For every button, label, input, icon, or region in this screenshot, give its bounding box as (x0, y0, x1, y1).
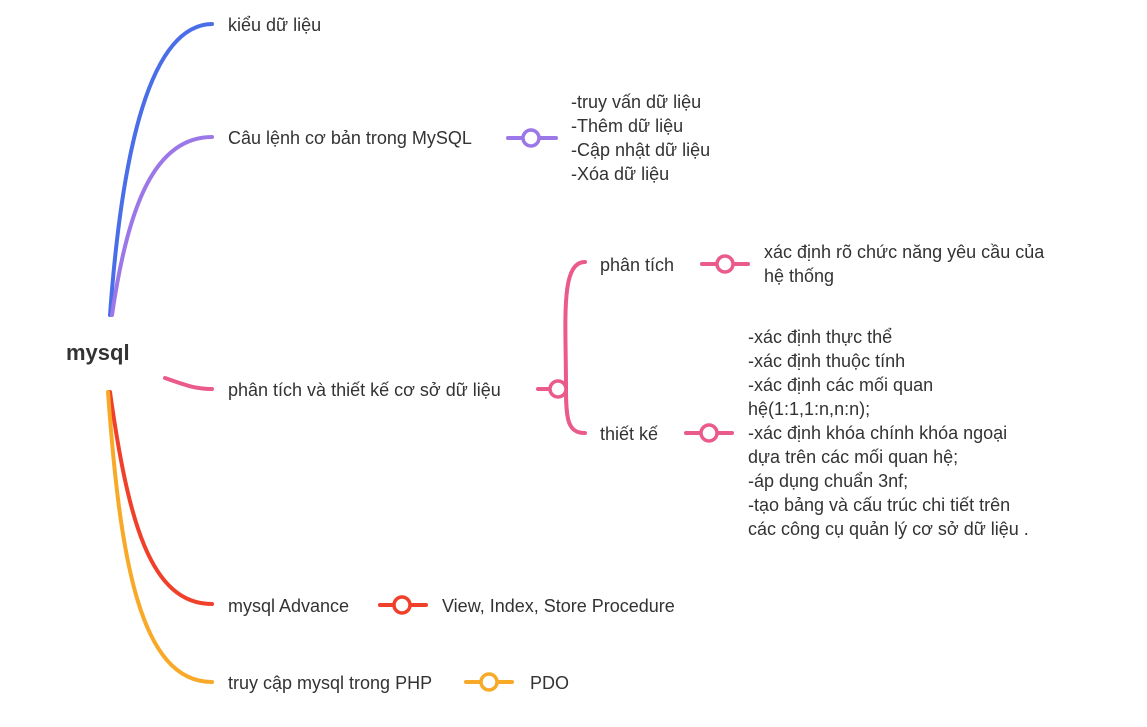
detail-line: -áp dụng chuẩn 3nf; (748, 471, 909, 491)
detail-mysql-advance[interactable]: View, Index, Store Procedure (442, 594, 675, 618)
detail-phan-tich[interactable]: xác định rõ chức năng yêu cầu của hệ thố… (764, 240, 1044, 288)
node-circle-thiet-ke (699, 423, 719, 443)
node-phan-tich[interactable]: phân tích (600, 253, 674, 277)
node-phan-tich-thiet-ke[interactable]: phân tích và thiết kế cơ sở dữ liệu (228, 378, 501, 402)
node-circle-truy-cap-php (479, 672, 499, 692)
detail-truy-cap-php[interactable]: PDO (530, 671, 569, 695)
node-circle-mysql-advance (392, 595, 412, 615)
detail-line: -Xóa dữ liệu (571, 164, 670, 184)
detail-line: -truy vấn dữ liệu (571, 92, 702, 112)
link-hub-thiet-ke (564, 387, 587, 435)
root-node-mysql[interactable]: mysql (66, 340, 130, 366)
detail-line: -xác định thực thể (748, 327, 893, 347)
detail-line: -tạo bảng và cấu trúc chi tiết trên (748, 495, 1011, 515)
detail-line: các công cụ quản lý cơ sở dữ liệu . (748, 519, 1029, 539)
detail-line: -Thêm dữ liệu (571, 116, 684, 136)
node-circle-phan-tich-thiet-ke (548, 379, 568, 399)
link-root-phan-tich-thiet-ke (163, 376, 214, 391)
node-truy-cap-php[interactable]: truy cập mysql trong PHP (228, 671, 432, 695)
detail-line: -xác định thuộc tính (748, 351, 906, 371)
detail-line: hệ thống (764, 266, 835, 286)
detail-line: -xác định các mối quan (748, 375, 934, 395)
link-root-kieu-du-lieu (108, 22, 214, 317)
node-circle-cau-lenh (521, 128, 541, 148)
node-thiet-ke[interactable]: thiết kế (600, 422, 658, 446)
detail-line: xác định rõ chức năng yêu cầu của (764, 242, 1045, 262)
node-circle-phan-tich (715, 254, 735, 274)
detail-line: -Cập nhật dữ liệu (571, 140, 711, 160)
detail-line: dựa trên các mối quan hệ; (748, 447, 959, 467)
link-hub-phan-tich (563, 260, 587, 391)
node-mysql-advance[interactable]: mysql Advance (228, 594, 349, 618)
link-root-truy-cap-php (106, 390, 214, 684)
node-cau-lenh-co-ban[interactable]: Câu lệnh cơ bản trong MySQL (228, 126, 472, 150)
detail-line: -xác định khóa chính khóa ngoại (748, 423, 1008, 443)
link-root-mysql-advance (108, 390, 214, 606)
detail-thiet-ke[interactable]: -xác định thực thể -xác định thuộc tính … (748, 325, 1029, 541)
detail-cau-lenh-co-ban[interactable]: -truy vấn dữ liệu -Thêm dữ liệu -Cập nhậ… (571, 90, 710, 186)
detail-line: hệ(1:1,1:n,n:n); (748, 399, 871, 419)
node-kieu-du-lieu[interactable]: kiểu dữ liệu (228, 13, 321, 37)
mindmap-canvas: mysql kiểu dữ liệu Câu lệnh cơ bản trong… (0, 0, 1147, 727)
